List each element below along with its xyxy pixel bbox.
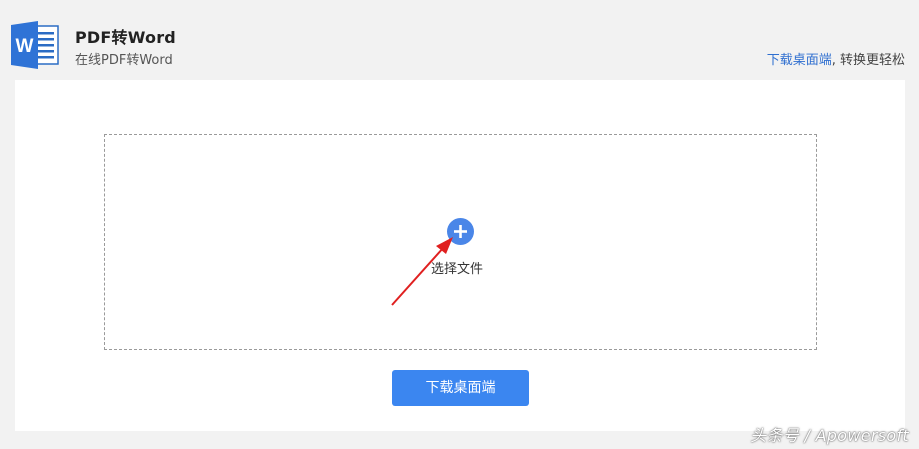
app-title: PDF转Word: [75, 28, 176, 47]
plus-icon[interactable]: [447, 218, 474, 245]
promo-suffix: , 转换更轻松: [831, 53, 905, 68]
page: W PDF转Word 在线PDF转Word 下载桌面端, 转换更轻松 选择文件 …: [0, 0, 919, 449]
select-file-label[interactable]: 选择文件: [431, 258, 483, 277]
watermark: 头条号 / Apowersoft: [750, 426, 909, 445]
main-panel: 选择文件 下载桌面端: [15, 80, 905, 431]
download-desktop-link[interactable]: 下载桌面端: [767, 53, 832, 68]
download-desktop-button[interactable]: 下载桌面端: [392, 370, 529, 406]
logo-letter: W: [16, 36, 34, 57]
promo-text: 下载桌面端, 转换更轻松: [767, 49, 905, 68]
header: W PDF转Word 在线PDF转Word 下载桌面端, 转换更轻松: [0, 0, 919, 80]
app-subtitle: 在线PDF转Word: [75, 53, 173, 68]
word-document-icon: W: [11, 20, 59, 70]
file-drop-zone[interactable]: 选择文件: [104, 134, 817, 350]
